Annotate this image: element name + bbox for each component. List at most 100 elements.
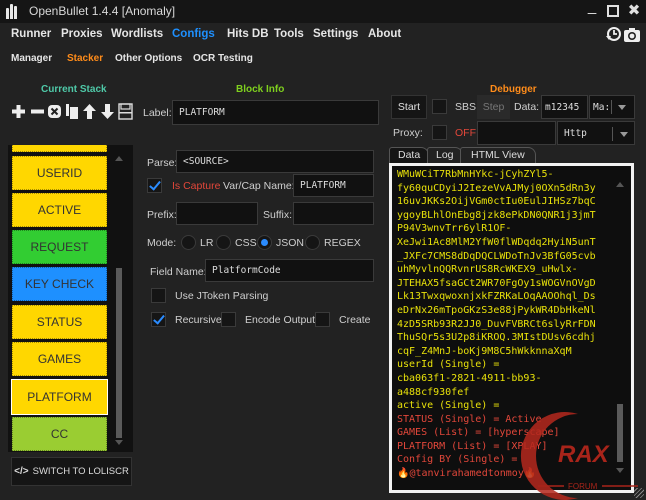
debugger-output-line: XeJwi1Ac8MlM2YfW0flWDqdq2HyiN5unT <box>397 236 596 248</box>
switch-button-label: SWITCH TO LOLISCR <box>32 466 129 477</box>
mode-regex-radio[interactable] <box>305 235 320 250</box>
label-caption: Label: <box>143 107 172 119</box>
debugger-output-line: active (Single) = <box>397 400 500 412</box>
use-jtoken-checkbox[interactable] <box>151 288 166 303</box>
data-type-select[interactable]: Ma: <box>589 95 635 119</box>
stack-block-userid[interactable]: USERID <box>12 156 107 190</box>
submenu-other-options[interactable]: Other Options <box>115 53 182 64</box>
suffix-caption: Suffix: <box>263 209 292 221</box>
mode-lr-radio[interactable] <box>181 235 196 250</box>
resize-grip[interactable] <box>634 488 644 498</box>
stack-block-key-check[interactable]: KEY CHECK <box>12 267 107 301</box>
stack-scrollbar[interactable] <box>113 148 127 448</box>
scroll-up-arrow-icon[interactable] <box>115 156 123 161</box>
code-icon: </> <box>14 466 29 477</box>
encode-output-checkbox[interactable] <box>221 312 236 327</box>
scroll-up-arrow-icon[interactable] <box>616 182 624 187</box>
debugger-output[interactable]: WMuWCiT7RbMnHYkc-jCyhZYl5- fy60quCDyiJ2Ie… <box>389 163 634 493</box>
switch-to-loliscript-button[interactable]: </> SWITCH TO LOLISCR <box>11 457 132 486</box>
recursive-label: Recursive <box>175 314 222 326</box>
suffix-input[interactable] <box>293 202 374 225</box>
tab-html-view[interactable]: HTML View <box>460 147 536 164</box>
mode-css-label: CSS <box>235 237 257 249</box>
menu-settings[interactable]: Settings <box>313 28 358 40</box>
parse-input[interactable]: <SOURCE> <box>176 150 374 173</box>
mode-css-radio[interactable] <box>216 235 231 250</box>
is-capture-checkbox[interactable] <box>147 178 162 193</box>
proxy-status: OFF <box>455 127 476 139</box>
menu-configs[interactable]: Configs <box>172 28 215 40</box>
chevron-down-icon <box>620 132 628 137</box>
recursive-checkbox[interactable] <box>151 312 166 327</box>
save-icon[interactable] <box>118 103 133 120</box>
submenu-stacker[interactable]: Stacker <box>67 53 103 64</box>
label-input[interactable]: PLATFORM <box>172 100 379 125</box>
stack-block-games[interactable]: GAMES <box>12 342 107 376</box>
close-icon[interactable]: ✖ <box>625 2 643 20</box>
current-stack-title: Current Stack <box>41 84 107 95</box>
data-input[interactable]: m12345 <box>541 95 588 119</box>
menu-proxies[interactable]: Proxies <box>61 28 103 40</box>
create-empty-checkbox[interactable] <box>315 312 330 327</box>
tab-log[interactable]: Log <box>427 147 463 164</box>
debugger-scrollbar[interactable] <box>615 172 625 473</box>
submenu-ocr-testing[interactable]: OCR Testing <box>193 53 253 64</box>
proxy-type-value: Http <box>564 127 587 139</box>
scroll-down-arrow-icon[interactable] <box>616 468 624 473</box>
debugger-output-line: ygoyBLhlOnEbg8jzk8ePkDN0QNR1j3jmT <box>397 209 596 221</box>
stack-block-status[interactable]: STATUS <box>12 305 107 339</box>
debugger-output-line: Lk13TwxqwoxnjxkFZRKaLOqAAOOhql_Ds <box>397 291 596 303</box>
scroll-down-arrow-icon[interactable] <box>115 440 123 445</box>
history-clock-icon[interactable] <box>604 26 622 44</box>
var-cap-input[interactable]: PLATFORM <box>293 174 374 197</box>
stack-block-platform[interactable]: PLATFORM <box>11 379 108 415</box>
proxy-checkbox[interactable] <box>432 125 447 140</box>
is-capture-label: Is Capture <box>172 180 221 192</box>
field-name-input[interactable]: PlatformCode <box>205 259 374 282</box>
mode-regex-label: REGEX <box>324 237 361 249</box>
title-bar: OpenBullet 1.4.4 [Anomaly] _ ✖ <box>0 0 646 23</box>
debugger-output-line: a488cf930fef <box>397 386 470 398</box>
data-type-value: Ma: <box>593 101 611 113</box>
stack-block-request[interactable]: REQUEST <box>12 230 107 264</box>
submenu-manager[interactable]: Manager <box>11 53 52 64</box>
menu-about[interactable]: About <box>368 28 401 40</box>
sbs-label: SBS <box>455 101 477 113</box>
proxy-input[interactable] <box>477 121 556 145</box>
prefix-caption: Prefix: <box>147 209 177 221</box>
add-block-icon[interactable] <box>11 103 26 120</box>
menu-runner[interactable]: Runner <box>11 28 51 40</box>
maximize-icon[interactable] <box>604 2 622 20</box>
encode-output-label: Encode Output <box>245 314 316 326</box>
debugger-scroll-thumb[interactable] <box>617 404 623 462</box>
stack-scroll-thumb[interactable] <box>116 268 122 438</box>
debugger-title: Debugger <box>490 84 537 95</box>
proxy-type-select[interactable]: Http <box>557 121 635 145</box>
screenshot-camera-icon[interactable] <box>623 26 641 44</box>
debugger-output-line: P94V3wnvTrr6ylR1OF- <box>397 223 512 235</box>
mode-json-radio[interactable] <box>257 235 272 250</box>
clone-block-icon[interactable] <box>65 103 80 120</box>
remove-block-icon[interactable] <box>30 103 45 120</box>
menu-wordlists[interactable]: Wordlists <box>111 28 163 40</box>
clear-blocks-icon[interactable] <box>47 103 62 120</box>
debugger-output-line: 16uvJKKs2OijVGm0ctIu0EulJIHSz7bqC <box>397 196 596 208</box>
stack-block-active[interactable]: ACTIVE <box>12 193 107 227</box>
debugger-output-line: 4zD5SRb93R2JJ0_DuvFVBRCt6slyRrFDN <box>397 318 596 330</box>
prefix-input[interactable] <box>176 202 258 225</box>
sbs-checkbox[interactable] <box>432 99 447 114</box>
menu-tools[interactable]: Tools <box>274 28 304 40</box>
step-button[interactable]: Step <box>477 95 510 119</box>
move-up-icon[interactable] <box>82 103 97 120</box>
tab-data[interactable]: Data <box>389 147 430 164</box>
window-title: OpenBullet 1.4.4 [Anomaly] <box>29 4 176 18</box>
move-down-icon[interactable] <box>100 103 115 120</box>
mode-caption: Mode: <box>147 237 177 249</box>
debugger-output-line: userId (Single) = <box>397 359 500 371</box>
stack-block-cc[interactable]: CC <box>12 417 107 451</box>
stack-block[interactable] <box>12 145 107 152</box>
minimize-icon[interactable]: _ <box>583 0 601 16</box>
mode-json-label: JSON <box>276 237 305 249</box>
start-button[interactable]: Start <box>391 95 427 119</box>
menu-hits-db[interactable]: Hits DB <box>227 28 269 40</box>
